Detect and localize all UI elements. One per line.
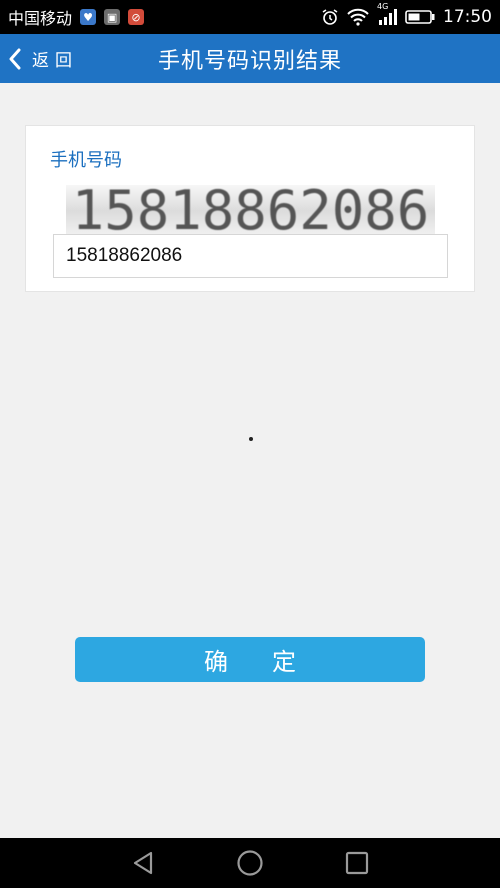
network-type: 4G <box>377 2 389 11</box>
home-circle-icon[interactable] <box>236 849 264 877</box>
screen: 中国移动 ♥ ▣ ⊘ 4G 17:50 返回 手机号码识别结果 手机号码 158… <box>0 0 500 888</box>
carrier-name: 中国移动 <box>8 9 73 28</box>
back-label: 返回 <box>32 51 78 71</box>
wifi-icon <box>347 8 369 26</box>
alarm-icon <box>321 8 339 26</box>
clock: 17:50 <box>443 7 492 27</box>
phone-number-input[interactable] <box>53 234 448 278</box>
status-bar: 中国移动 ♥ ▣ ⊘ 4G 17:50 <box>0 0 500 34</box>
notification-blocked-icon: ⊘ <box>128 9 145 25</box>
notification-app-icon: ♥ <box>80 9 97 25</box>
system-nav-bar <box>0 838 500 888</box>
status-indicators: 4G 17:50 <box>313 2 492 27</box>
back-button[interactable]: 返回 <box>8 34 78 83</box>
notification-image-icon: ▣ <box>104 9 121 25</box>
recents-square-icon[interactable] <box>345 851 369 875</box>
result-card: 手机号码 15818862086 <box>25 125 475 292</box>
phone-number-label: 手机号码 <box>50 150 122 171</box>
chevron-left-icon <box>8 48 22 70</box>
loading-dot <box>249 437 253 441</box>
signal-icon: 4G <box>377 2 397 26</box>
confirm-button[interactable]: 确定 <box>75 637 425 682</box>
recognized-number-image: 15818862086 <box>66 185 435 237</box>
recognized-number-image-text: 15818862086 <box>71 185 430 237</box>
back-triangle-icon[interactable] <box>131 850 155 876</box>
battery-icon <box>405 9 435 25</box>
nav-bar: 返回 手机号码识别结果 <box>0 34 500 83</box>
